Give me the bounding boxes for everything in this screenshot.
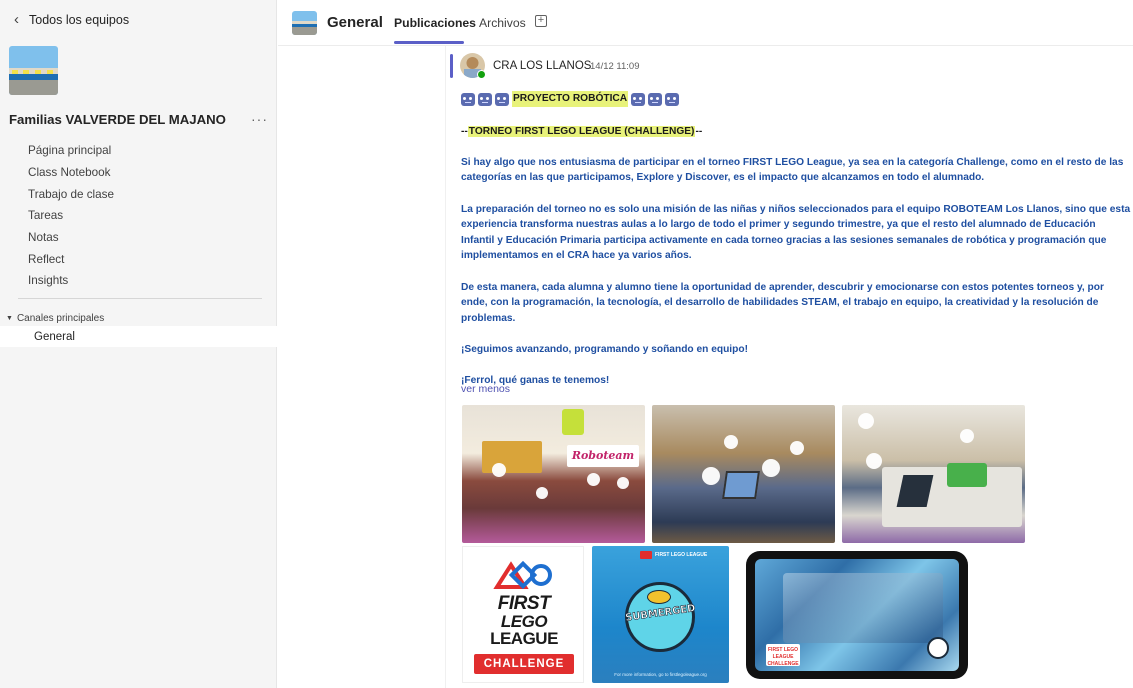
presence-available-icon bbox=[477, 70, 486, 79]
post-title: PROYECTO ROBÓTICA bbox=[512, 91, 629, 107]
channel-title: General bbox=[327, 14, 383, 31]
robot-emoji-icon bbox=[648, 92, 663, 106]
fll-mark-icon bbox=[493, 561, 552, 590]
post-subtitle-line: --TORNEO FIRST LEGO LEAGUE (CHALLENGE)-- bbox=[461, 124, 1131, 140]
submerged-season-logo[interactable]: FIRST LEGO LEAGUE SUBMERGED For more inf… bbox=[592, 546, 729, 683]
plus-square-icon[interactable]: + bbox=[535, 15, 547, 27]
robot-emoji-icon bbox=[461, 92, 475, 106]
post-photo-classroom[interactable]: Roboteam bbox=[462, 405, 645, 543]
tab-publicaciones[interactable]: Publicaciones bbox=[394, 16, 476, 30]
post-closing: ¡Ferrol, qué ganas te tenemos! bbox=[461, 375, 610, 387]
see-less-link[interactable]: ver menos bbox=[461, 383, 510, 395]
channel-header: General Publicaciones Archivos + bbox=[278, 0, 1133, 46]
first-lego-league-logo[interactable]: FIRST LEGO LEAGUE CHALLENGE bbox=[462, 546, 584, 683]
back-label: Todos los equipos bbox=[29, 12, 130, 27]
post-photo-robotics-table[interactable] bbox=[842, 405, 1025, 543]
robot-emoji-icon bbox=[495, 92, 509, 106]
fish-icon bbox=[647, 590, 671, 604]
post-closing: ¡Seguimos avanzando, programando y soñan… bbox=[461, 343, 748, 355]
nav-item-insights[interactable]: Insights bbox=[28, 270, 114, 292]
channel-item-general[interactable]: General bbox=[0, 326, 277, 347]
submerged-footer: For more information, go to firstlegolea… bbox=[614, 672, 707, 677]
robot-emoji-icon bbox=[631, 92, 646, 106]
post-title-line: PROYECTO ROBÓTICA bbox=[461, 90, 1131, 108]
post-paragraph: La preparación del torneo no es solo una… bbox=[461, 203, 1131, 262]
post-subtitle: TORNEO FIRST LEGO LEAGUE (CHALLENGE) bbox=[467, 125, 696, 137]
content-gutter bbox=[278, 46, 446, 688]
subtitle-suffix: -- bbox=[695, 125, 703, 137]
team-image bbox=[9, 46, 58, 95]
nav-item-reflect[interactable]: Reflect bbox=[28, 248, 114, 270]
post-photo-game-mat[interactable]: FIRST LEGO LEAGUE CHALLENGE bbox=[746, 551, 968, 679]
sidebar-divider bbox=[18, 298, 262, 299]
post-timestamp: 14/12 11:09 bbox=[590, 61, 640, 72]
team-nav: Página principal Class Notebook Trabajo … bbox=[28, 140, 114, 292]
caret-down-icon: ▼ bbox=[6, 315, 13, 322]
robot-emoji-icon bbox=[478, 92, 492, 106]
game-challenge-label: FIRST LEGO LEAGUE CHALLENGE bbox=[766, 644, 800, 667]
back-to-all-teams[interactable]: ‹ Todos los equipos bbox=[14, 12, 129, 27]
channel-image bbox=[292, 11, 317, 35]
active-tab-indicator bbox=[394, 41, 464, 44]
nav-item-tareas[interactable]: Tareas bbox=[28, 205, 114, 227]
nav-item-notas[interactable]: Notas bbox=[28, 227, 114, 249]
more-options-button[interactable]: ··· bbox=[251, 111, 268, 127]
fll-league-text: LEAGUE bbox=[490, 629, 558, 648]
game-mat bbox=[783, 573, 943, 643]
post-photo-students-laptops[interactable] bbox=[652, 405, 835, 543]
nav-item-pagina-principal[interactable]: Página principal bbox=[28, 140, 114, 162]
sidebar: ‹ Todos los equipos Familias VALVERDE DE… bbox=[0, 0, 277, 688]
post-paragraph: De esta manera, cada alumna y alumno tie… bbox=[461, 281, 1104, 324]
submerged-top-brand: FIRST LEGO LEAGUE bbox=[640, 551, 707, 559]
post-author[interactable]: CRA LOS LLANOS bbox=[493, 60, 591, 72]
post-accent-bar bbox=[450, 54, 453, 78]
subtitle-prefix: -- bbox=[461, 125, 468, 137]
team-name: Familias VALVERDE DEL MAJANO bbox=[9, 112, 226, 127]
channel-post: CRA LOS LLANOS 14/12 11:09 PROYECTO ROBÓ… bbox=[446, 46, 1133, 688]
channels-header-label: Canales principales bbox=[16, 313, 105, 324]
channels-section-header[interactable]: ▼ Canales principales bbox=[6, 313, 104, 324]
chevron-left-icon: ‹ bbox=[14, 11, 19, 28]
submerged-badge-icon bbox=[927, 637, 949, 659]
nav-item-class-notebook[interactable]: Class Notebook bbox=[28, 162, 114, 184]
robot-emoji-icon bbox=[665, 92, 680, 106]
post-paragraph: Si hay algo que nos entusiasma de partic… bbox=[461, 156, 1124, 184]
tab-archivos[interactable]: Archivos bbox=[479, 16, 526, 30]
nav-item-trabajo-de-clase[interactable]: Trabajo de clase bbox=[28, 183, 114, 205]
post-body: PROYECTO ROBÓTICA --TORNEO FIRST LEGO LE… bbox=[461, 90, 1131, 389]
challenge-badge: CHALLENGE bbox=[474, 654, 574, 674]
